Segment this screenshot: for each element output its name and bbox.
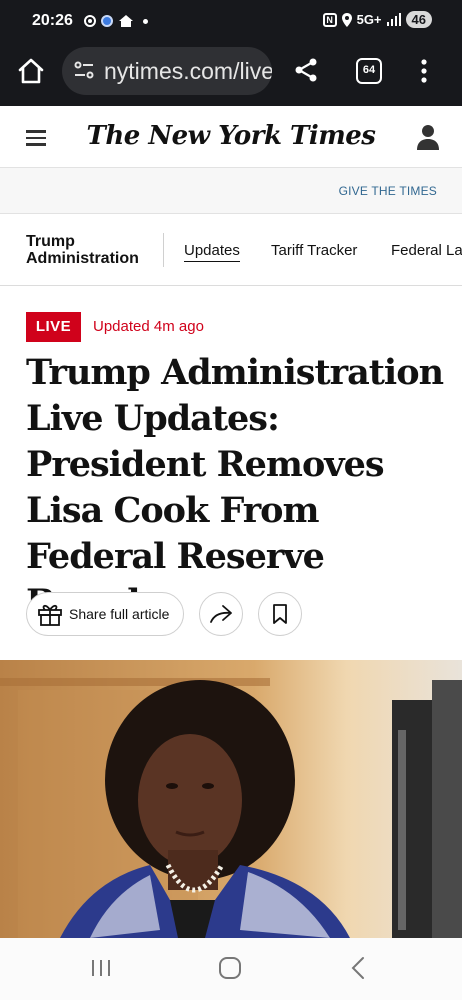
tabs-icon[interactable]: 64 [356, 58, 382, 84]
nfc-icon: N [322, 12, 337, 27]
bookmark-icon [273, 604, 287, 624]
status-notification-icons [84, 12, 148, 30]
status-time: 20:26 [32, 12, 73, 29]
section-title[interactable]: Trump Administration [26, 233, 150, 267]
updated-timestamp: Updated 4m ago [93, 318, 204, 335]
smart-home-icon [119, 15, 133, 27]
url-text: nytimes.com/live/2025/08/25/us/trump-new… [104, 58, 272, 84]
location-icon [341, 12, 352, 27]
share-icon[interactable] [292, 56, 320, 84]
browser-toolbar: nytimes.com/live/2025/08/25/us/trump-new… [0, 42, 462, 106]
nav-updates[interactable]: Updates [184, 242, 240, 262]
site-logo[interactable]: The New York Times [0, 121, 462, 151]
user-icon[interactable] [416, 124, 440, 150]
nav-federal-layoffs[interactable]: Federal Layoffs [391, 242, 462, 259]
bookmark-button[interactable] [258, 592, 302, 636]
share-article-label: Share full article [69, 606, 170, 622]
forward-button[interactable] [199, 592, 243, 636]
tune-icon[interactable] [72, 58, 96, 82]
share-article-button[interactable]: Share full article [26, 592, 184, 636]
site-header: The New York Times [0, 106, 462, 168]
live-badge: LIVE [26, 312, 81, 342]
photo-illustration [0, 660, 462, 938]
status-bar: 20:26 N 5G+ 46 [0, 0, 462, 42]
nav-divider [163, 233, 164, 267]
back-icon[interactable] [350, 956, 366, 980]
url-bar[interactable]: nytimes.com/live/2025/08/25/us/trump-new… [62, 47, 272, 95]
home-button-icon[interactable] [218, 956, 242, 980]
network-type: 5G+ [356, 12, 382, 27]
battery-level: 46 [405, 11, 432, 28]
status-system-icons: N 5G+ 46 [322, 11, 432, 28]
system-nav-bar [0, 938, 462, 1000]
signal-icon [386, 13, 401, 26]
more-icon[interactable] [420, 58, 428, 84]
give-the-times-link[interactable]: GIVE THE TIMES [339, 184, 437, 198]
gift-icon [38, 604, 62, 626]
article-photo[interactable] [0, 660, 462, 938]
article-headline: Trump Administration Live Updates: Presi… [26, 352, 444, 623]
give-bar: GIVE THE TIMES [0, 168, 462, 214]
section-nav: Trump Administration Updates Tariff Trac… [0, 214, 462, 286]
record-icon [84, 15, 96, 27]
more-notifications-icon [143, 18, 148, 24]
recent-apps-icon[interactable] [90, 958, 112, 978]
home-icon[interactable] [16, 57, 46, 85]
assistant-icon [101, 15, 113, 27]
forward-icon [210, 605, 232, 623]
nav-tariff-tracker[interactable]: Tariff Tracker [271, 242, 357, 259]
